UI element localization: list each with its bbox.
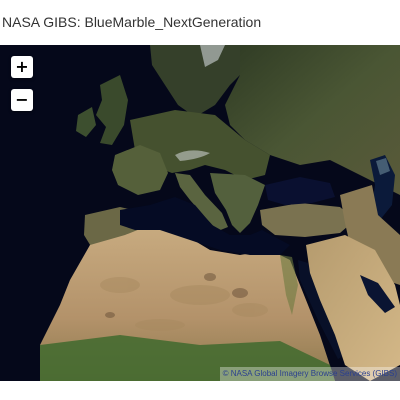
- page: NASA GIBS: BlueMarble_NextGeneration + −…: [0, 0, 400, 400]
- anatolia: [260, 203, 355, 237]
- page-title: NASA GIBS: BlueMarble_NextGeneration: [2, 14, 262, 30]
- satellite-imagery: [0, 45, 400, 381]
- map-attribution[interactable]: © NASA Global Imagery Browse Services (G…: [219, 367, 400, 381]
- map-viewport[interactable]: + − © NASA Global Imagery Browse Service…: [0, 45, 400, 381]
- zoom-in-button[interactable]: +: [11, 56, 33, 78]
- zoom-out-button[interactable]: −: [11, 89, 33, 111]
